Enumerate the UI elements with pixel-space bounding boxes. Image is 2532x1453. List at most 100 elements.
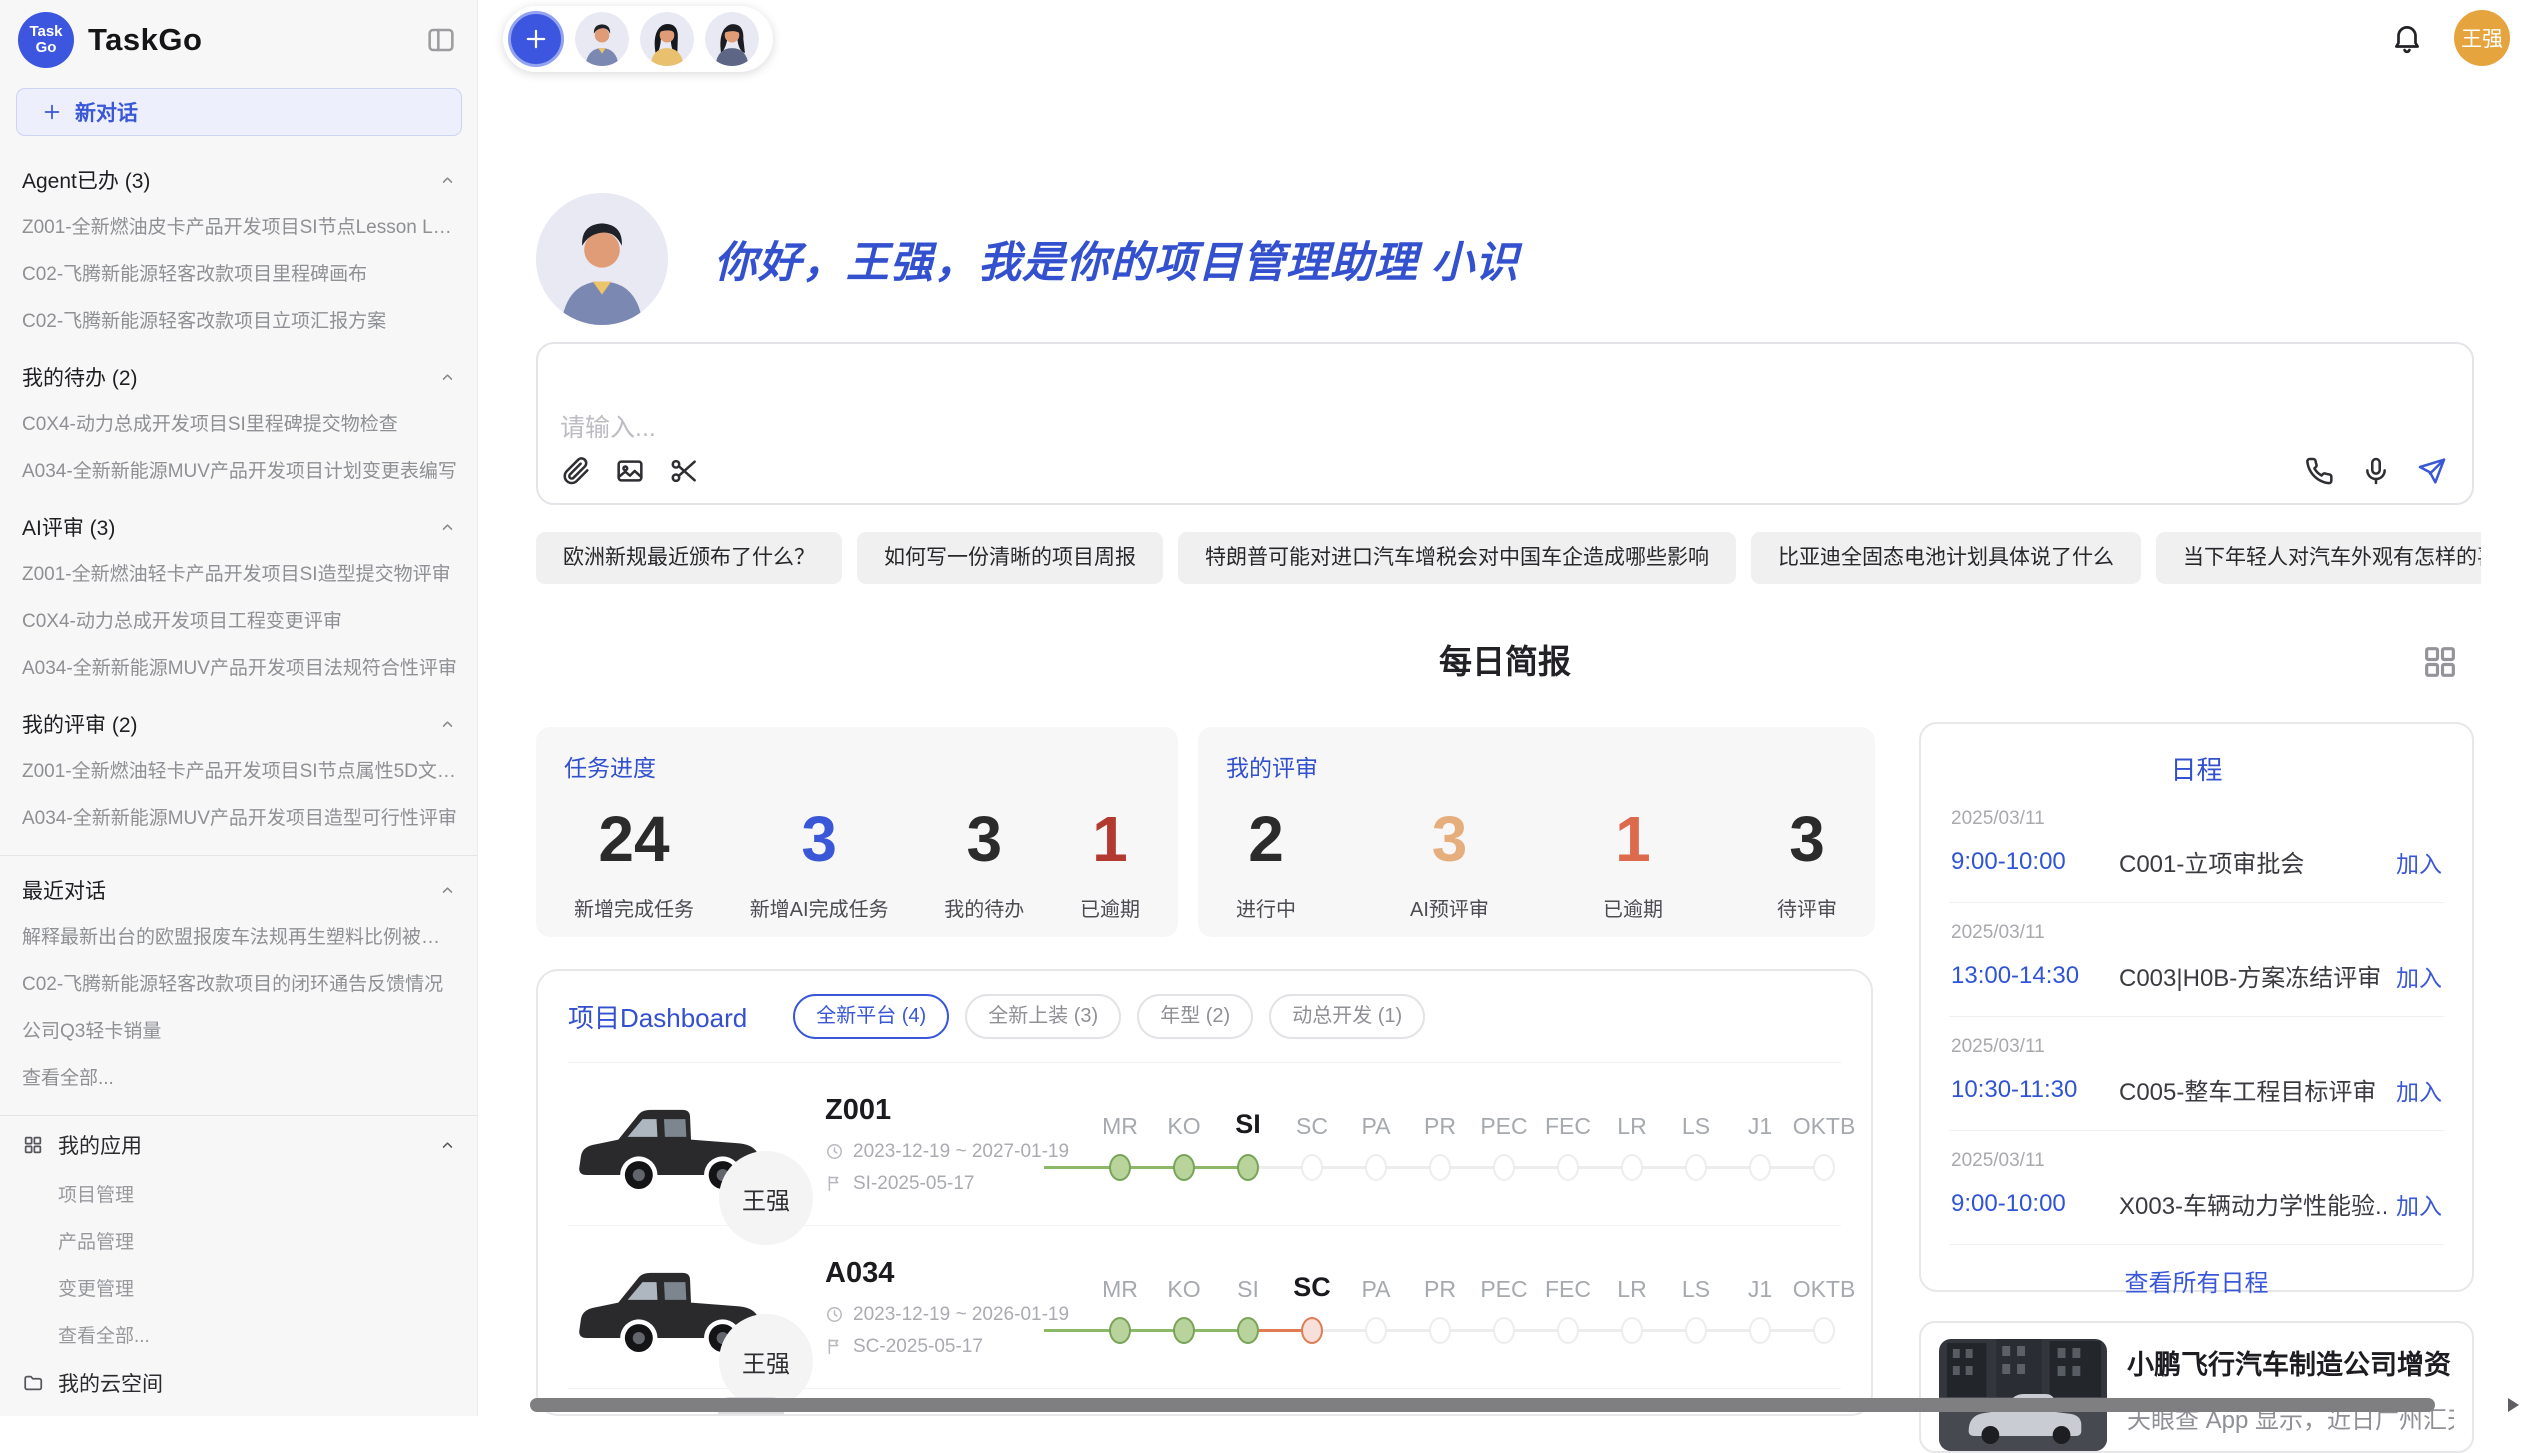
- sidebar-item[interactable]: A034-全新新能源MUV产品开发项目计划变更表编写: [18, 446, 461, 493]
- layout-grid-icon[interactable]: [2420, 642, 2460, 682]
- phone-icon[interactable]: [2304, 455, 2336, 487]
- member-avatar[interactable]: [575, 12, 629, 66]
- sidebar-item-my-apps[interactable]: 我的应用: [18, 1120, 461, 1170]
- milestone-dot: [1557, 1154, 1579, 1181]
- horizontal-scrollbar-thumb[interactable]: [530, 1398, 2435, 1412]
- member-avatar[interactable]: [705, 12, 759, 66]
- project-row[interactable]: 王强Z0012023-12-19 ~ 2027-01-19SI-2025-05-…: [568, 1063, 1841, 1226]
- stat: 1已逾期: [1080, 807, 1140, 922]
- plus-icon: [522, 25, 550, 53]
- suggestion-chip[interactable]: 欧洲新规最近颁布了什么？: [536, 532, 842, 584]
- recent-chat-item[interactable]: 解释最新出台的欧盟报废车法规再生塑料比例被调至15%...: [18, 912, 461, 959]
- stat: 1已逾期: [1603, 807, 1663, 922]
- mic-icon[interactable]: [2360, 455, 2392, 487]
- join-meeting-link[interactable]: 加入: [2396, 1187, 2442, 1221]
- stat-grid: 24新增完成任务3新增AI完成任务3我的待办1已逾期: [564, 807, 1150, 922]
- add-member-button[interactable]: [508, 11, 564, 67]
- stat-value: 2: [1248, 807, 1284, 871]
- sidebar-group-header[interactable]: 我的评审 (2): [22, 709, 457, 739]
- sidebar-divider: [0, 855, 477, 856]
- sidebar: Task Go TaskGo 新对话 Agent已办 (3)Z001-全新燃油皮…: [0, 0, 478, 1416]
- send-icon[interactable]: [2416, 455, 2448, 487]
- stat-value: 3: [1789, 807, 1825, 871]
- join-meeting-link[interactable]: 加入: [2396, 845, 2442, 879]
- join-meeting-link[interactable]: 加入: [2396, 959, 2442, 993]
- sidebar-collapse-icon[interactable]: [425, 24, 457, 56]
- sidebar-item[interactable]: C02-飞腾新能源轻客改款项目里程碑画布: [18, 249, 461, 296]
- milestone-dot: [1493, 1317, 1515, 1344]
- sidebar-item-label: 我的云空间: [58, 1368, 163, 1398]
- sidebar-group-header[interactable]: 我的待办 (2): [22, 362, 457, 392]
- stat-label: 进行中: [1236, 893, 1296, 922]
- join-meeting-link[interactable]: 加入: [2396, 1073, 2442, 1107]
- recent-chat-item[interactable]: C02-飞腾新能源轻客改款项目的闭环通告反馈情况: [18, 959, 461, 1006]
- milestone-label: PA: [1344, 1113, 1408, 1140]
- recent-chats-header[interactable]: 最近对话: [22, 875, 457, 905]
- sidebar-item[interactable]: Z001-全新燃油皮卡产品开发项目SI节点Lesson Learn报告: [18, 202, 461, 249]
- dashboard-tab[interactable]: 全新平台 (4): [793, 994, 949, 1039]
- sidebar-app-item[interactable]: 产品管理: [18, 1217, 461, 1264]
- recent-chats-title: 最近对话: [22, 875, 106, 905]
- dashboard-tab[interactable]: 动总开发 (1): [1269, 994, 1425, 1039]
- sidebar-app-item[interactable]: 变更管理: [18, 1264, 461, 1311]
- sidebar-item[interactable]: Z001-全新燃油轻卡产品开发项目SI节点属性5D文件评审: [18, 746, 461, 793]
- assistant-avatar: [536, 193, 668, 325]
- sidebar-item[interactable]: C0X4-动力总成开发项目SI里程碑提交物检查: [18, 399, 461, 446]
- my-apps-label: 我的应用: [58, 1130, 142, 1160]
- sidebar-item-folder[interactable]: 我的云空间: [18, 1358, 461, 1408]
- scrollbar-right-arrow-icon[interactable]: [2508, 1398, 2519, 1412]
- view-all-apps-link[interactable]: 查看全部...: [18, 1311, 461, 1358]
- chat-input-card[interactable]: 请输入...: [536, 342, 2474, 505]
- stat-value: 1: [1615, 807, 1651, 871]
- sidebar-item[interactable]: A034-全新新能源MUV产品开发项目法规符合性评审: [18, 643, 461, 690]
- paperclip-icon[interactable]: [560, 455, 592, 487]
- milestone-dot: [1813, 1154, 1835, 1181]
- milestone-labels: MRKOSISCPAPRPECFECLRLSJ1OKTB: [1088, 1269, 1856, 1303]
- milestone-cell: [1792, 1153, 1856, 1183]
- sidebar-app-item[interactable]: 项目管理: [18, 1170, 461, 1217]
- sidebar-group-header[interactable]: AI评审 (3): [22, 512, 457, 542]
- news-card[interactable]: 小鹏飞行汽车制造公司增资 天眼查 App 显示，近日广州汇天飞行汽...: [1919, 1321, 2474, 1453]
- project-name: Z001: [825, 1094, 1080, 1127]
- user-avatar[interactable]: 王强: [2454, 10, 2510, 66]
- schedule-date: 2025/03/11: [1951, 1150, 2442, 1172]
- milestone-label: SC: [1280, 1113, 1344, 1140]
- sidebar-group-header[interactable]: Agent已办 (3): [22, 165, 457, 195]
- suggestion-chip[interactable]: 如何写一份清晰的项目周报: [857, 532, 1163, 584]
- dashboard-tab[interactable]: 全新上装 (3): [965, 994, 1121, 1039]
- stat: 3新增AI完成任务: [750, 807, 889, 922]
- project-row[interactable]: 王强A0342023-12-19 ~ 2026-01-19SC-2025-05-…: [568, 1226, 1841, 1389]
- greeting-block: 你好，王强，我是你的项目管理助理 小识: [536, 193, 1519, 325]
- dashboard-tab[interactable]: 年型 (2): [1137, 994, 1253, 1039]
- suggestion-chip[interactable]: 特朗普可能对进口汽车增税会对中国车企造成哪些影响: [1178, 532, 1736, 584]
- scissors-icon[interactable]: [668, 455, 700, 487]
- stat-grid: 2进行中3AI预评审1已逾期3待评审: [1226, 807, 1847, 922]
- milestone-dot: [1173, 1317, 1195, 1344]
- sidebar-item[interactable]: A034-全新新能源MUV产品开发项目造型可行性评审: [18, 793, 461, 840]
- member-avatar[interactable]: [640, 12, 694, 66]
- stat-card-title: 任务进度: [564, 749, 1150, 783]
- notifications-bell-icon[interactable]: [2390, 21, 2424, 55]
- schedule-event-title: C001-立项审批会: [2119, 844, 2386, 879]
- new-chat-button[interactable]: 新对话: [16, 88, 462, 136]
- chat-input-placeholder: 请输入...: [560, 408, 656, 444]
- project-rows: 王强Z0012023-12-19 ~ 2027-01-19SI-2025-05-…: [568, 1063, 1841, 1389]
- sidebar-item[interactable]: Z001-全新燃油轻卡产品开发项目SI造型提交物评审: [18, 549, 461, 596]
- sidebar-item-star[interactable]: 我的收藏: [18, 1408, 461, 1416]
- milestone-label: KO: [1152, 1113, 1216, 1140]
- project-car-image: 王强: [568, 1242, 783, 1372]
- milestone-label: PEC: [1472, 1276, 1536, 1303]
- suggestion-chip[interactable]: 比亚迪全固态电池计划具体说了什么: [1751, 532, 2141, 584]
- daily-brief-title: 每日简报: [536, 638, 2474, 686]
- sidebar-item[interactable]: C0X4-动力总成开发项目工程变更评审: [18, 596, 461, 643]
- view-all-schedule-link[interactable]: 查看所有日程: [1949, 1245, 2444, 1306]
- milestone-dot: [1685, 1317, 1707, 1344]
- recent-chat-item[interactable]: 公司Q3轻卡销量: [18, 1006, 461, 1053]
- image-icon[interactable]: [614, 455, 646, 487]
- sidebar-item[interactable]: C02-飞腾新能源轻客改款项目立项汇报方案: [18, 296, 461, 343]
- view-all-chats-link[interactable]: 查看全部...: [18, 1053, 461, 1100]
- schedule-entry-main: 10:30-11:30C005-整车工程目标评审加入: [1951, 1072, 2442, 1107]
- logo-text-top: Task: [29, 24, 62, 40]
- milestone-label: MR: [1088, 1276, 1152, 1303]
- suggestion-chip[interactable]: 当下年轻人对汽车外观有怎样的喜好趋势: [2156, 532, 2481, 584]
